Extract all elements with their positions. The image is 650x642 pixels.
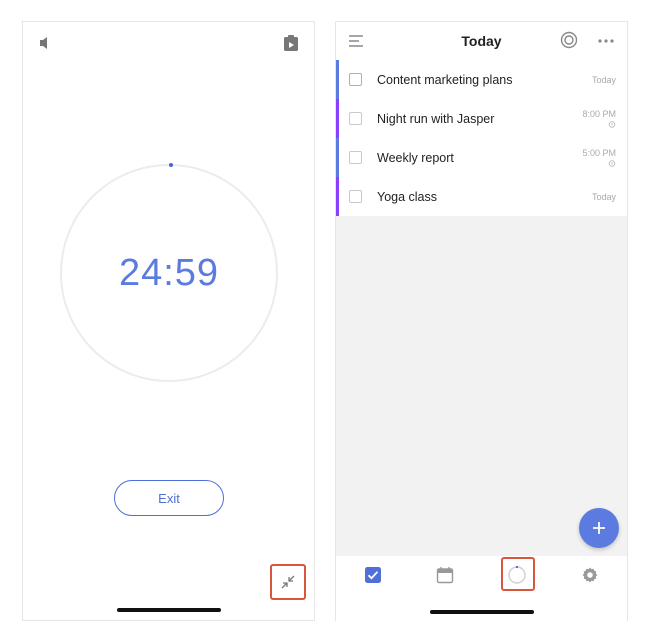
task-priority-bar: [336, 99, 339, 138]
task-priority-bar: [336, 177, 339, 216]
minimize-icon[interactable]: [270, 564, 306, 600]
task-checkbox[interactable]: [349, 112, 362, 125]
alarm-icon: [608, 160, 616, 167]
clipboard-icon[interactable]: [280, 32, 302, 54]
task-meta: 8:00 PM: [582, 99, 616, 138]
task-title: Night run with Jasper: [377, 111, 495, 126]
task-date: 8:00 PM: [582, 109, 616, 119]
task-meta: 5:00 PM: [582, 138, 616, 177]
focus-tab-highlight: [501, 557, 535, 591]
task-list: Content marketing plans Today Night run …: [336, 60, 627, 216]
more-options-icon[interactable]: [597, 32, 615, 50]
timer-ring: 24:59: [60, 163, 278, 382]
check-icon[interactable]: [361, 563, 385, 587]
task-checkbox[interactable]: [349, 151, 362, 164]
task-row[interactable]: Night run with Jasper 8:00 PM: [336, 99, 627, 138]
task-date: Today: [591, 74, 616, 85]
task-checkbox[interactable]: [349, 73, 362, 86]
task-checkbox[interactable]: [349, 190, 362, 203]
task-title: Weekly report: [377, 150, 454, 165]
bottom-nav: [336, 556, 627, 622]
page-title: Today: [461, 33, 502, 49]
task-meta: Today: [592, 177, 616, 216]
home-indicator: [117, 608, 221, 612]
timer-screen: 24:59 Exit: [22, 21, 315, 621]
task-row[interactable]: Content marketing plans Today: [336, 60, 627, 99]
add-task-button[interactable]: [579, 508, 619, 548]
calendar-icon[interactable]: [433, 563, 457, 587]
today-screen: Today Content marketing plans Today Nigh…: [335, 21, 628, 622]
task-title: Yoga class: [377, 189, 437, 204]
focus-target-icon[interactable]: [560, 31, 578, 49]
task-row[interactable]: Yoga class Today: [336, 177, 627, 216]
settings-gear-icon[interactable]: [578, 563, 602, 587]
task-row[interactable]: Weekly report 5:00 PM: [336, 138, 627, 177]
alarm-icon: [608, 121, 616, 128]
home-indicator: [430, 610, 534, 614]
plus-icon: [593, 522, 605, 534]
speaker-icon[interactable]: [35, 32, 57, 54]
empty-area: [336, 216, 627, 556]
task-meta: Today: [592, 60, 616, 99]
exit-button[interactable]: Exit: [114, 480, 224, 516]
task-priority-bar: [336, 138, 339, 177]
task-title: Content marketing plans: [377, 72, 513, 87]
top-bar: Today: [336, 22, 627, 60]
timer-countdown: 24:59: [118, 251, 220, 294]
task-date: 5:00 PM: [582, 148, 616, 158]
task-date: Today: [591, 191, 616, 202]
task-priority-bar: [336, 60, 339, 99]
